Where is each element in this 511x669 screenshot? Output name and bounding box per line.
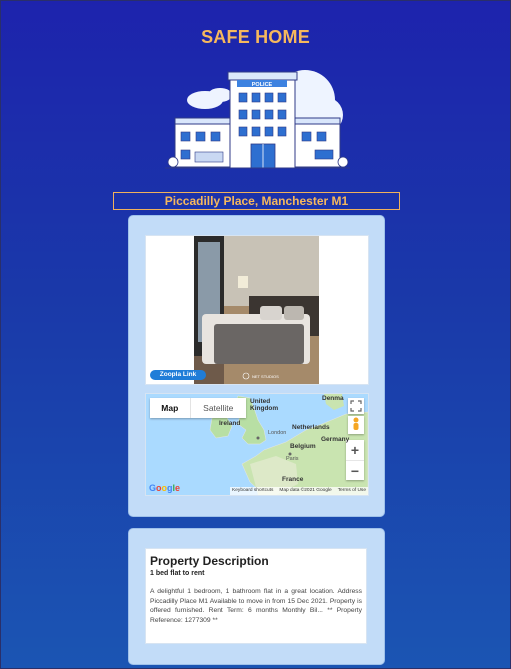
- bedroom-photo[interactable]: NET STUDIOS: [194, 236, 319, 384]
- police-building-illustration: POLICE: [165, 70, 350, 169]
- map-label-london: London: [268, 430, 287, 436]
- zoom-in-button[interactable]: +: [346, 440, 364, 461]
- terms-of-use-link[interactable]: Terms of Use: [338, 487, 366, 495]
- zoopla-link[interactable]: Zoopla Link: [150, 370, 206, 380]
- photo-watermark: NET STUDIOS: [252, 374, 279, 379]
- building-sign: POLICE: [252, 82, 273, 88]
- description-title: Property Description: [150, 554, 269, 568]
- map-data-attribution: Map data ©2021 Google: [279, 488, 332, 493]
- map-tab-map[interactable]: Map: [150, 398, 191, 418]
- map-label-germany: Germany: [321, 436, 350, 443]
- map-embed[interactable]: Map Satellite + − Denma United Kingdom I…: [145, 393, 369, 496]
- page-title: SAFE HOME: [201, 27, 310, 47]
- fullscreen-icon[interactable]: [348, 398, 364, 414]
- map-label-uk: United Kingdom: [250, 398, 279, 412]
- property-media-card: NET STUDIOS Zoopla Link Map Satellite + …: [128, 215, 385, 517]
- description-panel: Property Description 1 bed flat to rent …: [145, 548, 367, 644]
- map-label-france: France: [282, 476, 304, 483]
- google-logo: Google: [149, 483, 181, 493]
- description-body: A delightful 1 bedroom, 1 bathroom flat …: [150, 588, 362, 624]
- property-photo-frame: NET STUDIOS Zoopla Link: [145, 235, 369, 385]
- map-label-ireland: Ireland: [219, 420, 241, 427]
- zoom-controls: + −: [346, 440, 364, 480]
- map-type-toggle: Map Satellite: [150, 398, 246, 418]
- keyboard-shortcuts-link[interactable]: Keyboard shortcuts: [232, 487, 273, 495]
- map-tab-satellite[interactable]: Satellite: [191, 398, 246, 418]
- property-description-card: Property Description 1 bed flat to rent …: [128, 528, 385, 665]
- map-label-netherlands: Netherlands: [292, 424, 330, 431]
- map-label-denmark: Denma: [322, 395, 344, 402]
- property-address: Piccadilly Place, Manchester M1: [113, 192, 400, 210]
- map-label-belgium: Belgium: [290, 443, 316, 450]
- map-footer: Keyboard shortcuts Map data ©2021 Google…: [230, 487, 368, 495]
- street-view-pegman-icon[interactable]: [348, 416, 364, 434]
- description-subtitle: 1 bed flat to rent: [150, 570, 205, 577]
- zoom-out-button[interactable]: −: [346, 461, 364, 481]
- map-label-paris: Paris: [286, 456, 299, 462]
